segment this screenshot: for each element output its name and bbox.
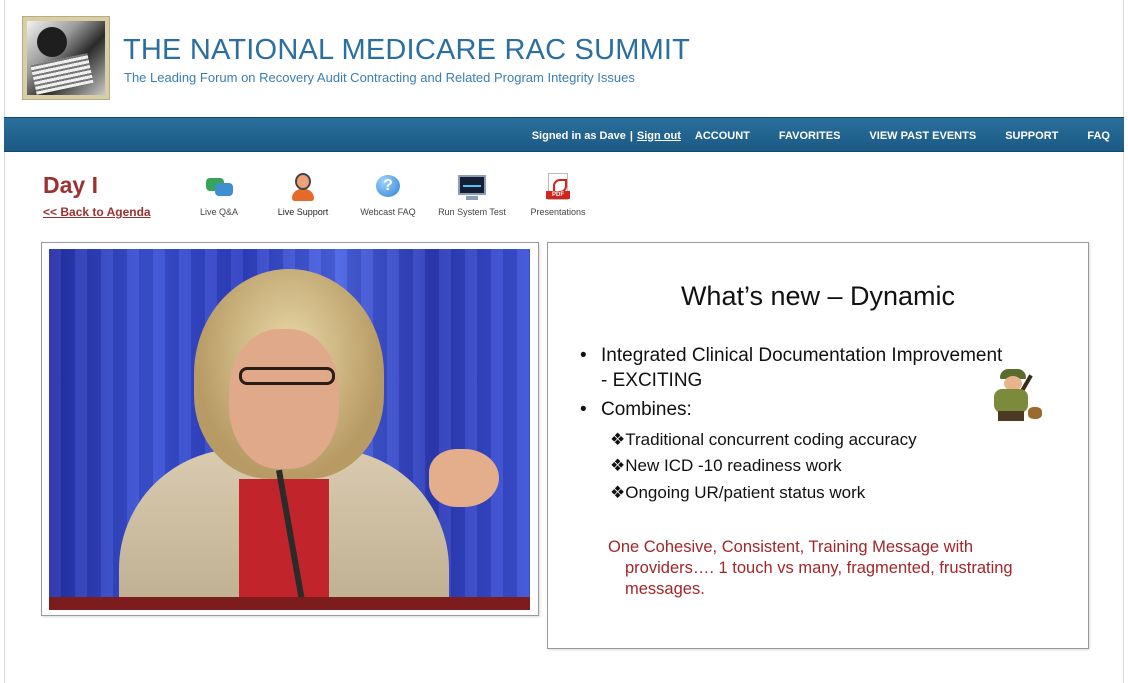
nav-links: Signed in as Dave | Sign out ACCOUNT FAV… (532, 118, 1110, 153)
signed-in-user: Dave (599, 129, 626, 142)
live-support-label: Live Support (277, 207, 329, 217)
nav-separator: | (629, 129, 633, 142)
site-subtitle: The Leading Forum on Recovery Audit Cont… (124, 70, 635, 85)
hunter-clipart (986, 367, 1044, 423)
speaker-hand (429, 449, 499, 507)
speaker-face (229, 329, 339, 469)
slide-sub-bullet: ❖New ICD -10 readiness work (610, 456, 842, 476)
bullet-text: Combines: (601, 399, 692, 420)
sub-bullet-marker: ❖ (610, 430, 626, 449)
top-navbar: Signed in as Dave | Sign out ACCOUNT FAV… (4, 117, 1124, 152)
sub-bullet-text: Traditional concurrent coding accuracy (625, 430, 917, 449)
video-panel (41, 242, 539, 616)
day-title: Day I (43, 172, 98, 198)
help-bubble-icon: ? (373, 172, 403, 202)
monitor-icon (457, 172, 487, 202)
slide-note-line: messages. (625, 580, 705, 598)
sub-bullet-text: Ongoing UR/patient status work (625, 483, 866, 502)
bullet-continuation: - EXCITING (601, 370, 703, 391)
bullet-text: Integrated Clinical Documentation Improv… (601, 345, 1003, 366)
slide-note-line: One Cohesive, Consistent, Training Messa… (608, 538, 974, 556)
slide-title: What’s new – Dynamic (680, 281, 956, 311)
nav-view-past-events-link[interactable]: VIEW PAST EVENTS (869, 130, 976, 142)
sub-bullet-marker: ❖ (610, 456, 626, 475)
nav-support-link[interactable]: SUPPORT (1005, 130, 1058, 142)
nav-favorites-link[interactable]: FAVORITES (779, 130, 841, 142)
bullet-marker: • (580, 345, 587, 366)
support-agent-icon (288, 172, 318, 202)
logo-image (27, 21, 105, 95)
webcast-faq-button[interactable]: ? Webcast FAQ (343, 172, 433, 217)
sub-bullet-marker: ❖ (610, 483, 626, 502)
speaker-glasses (239, 367, 335, 385)
presentations-button[interactable]: PDF Presentations (513, 172, 603, 217)
run-system-test-button[interactable]: Run System Test (427, 172, 517, 217)
sign-out-link[interactable]: Sign out (637, 130, 681, 142)
site-title: THE NATIONAL MEDICARE RAC SUMMIT (123, 34, 691, 66)
slide-panel: What’s new – Dynamic • Integrated Clinic… (547, 242, 1089, 649)
pdf-icon: PDF (543, 172, 573, 202)
live-qa-label: Live Q&A (199, 207, 239, 217)
webcast-faq-label: Webcast FAQ (360, 207, 416, 217)
signed-in-label: Signed in as (531, 129, 597, 142)
back-to-agenda-link[interactable]: << Back to Agenda (43, 205, 151, 219)
nav-account-link[interactable]: ACCOUNT (695, 130, 750, 142)
webcast-video[interactable] (49, 249, 530, 610)
nav-faq-link[interactable]: FAQ (1087, 130, 1110, 142)
slide-note-line: providers…. 1 touch vs many, fragmented,… (625, 559, 1013, 577)
slide-sub-bullet: ❖Traditional concurrent coding accuracy (610, 430, 917, 450)
live-qa-button[interactable]: Live Q&A (174, 172, 264, 217)
live-support-button[interactable]: Live Support (258, 172, 348, 217)
summit-logo (22, 16, 110, 100)
podium-edge (49, 597, 530, 610)
sub-bullet-text: New ICD -10 readiness work (625, 456, 842, 475)
chat-bubbles-icon (204, 172, 234, 202)
bullet-marker: • (580, 399, 587, 420)
run-system-test-label: Run System Test (438, 207, 506, 217)
signed-in-status: Signed in as Dave | Sign out (532, 130, 681, 142)
slide-sub-bullet: ❖Ongoing UR/patient status work (610, 483, 865, 503)
presentations-label: Presentations (530, 207, 586, 217)
slide-note: One Cohesive, Consistent, Training Messa… (608, 537, 1013, 600)
